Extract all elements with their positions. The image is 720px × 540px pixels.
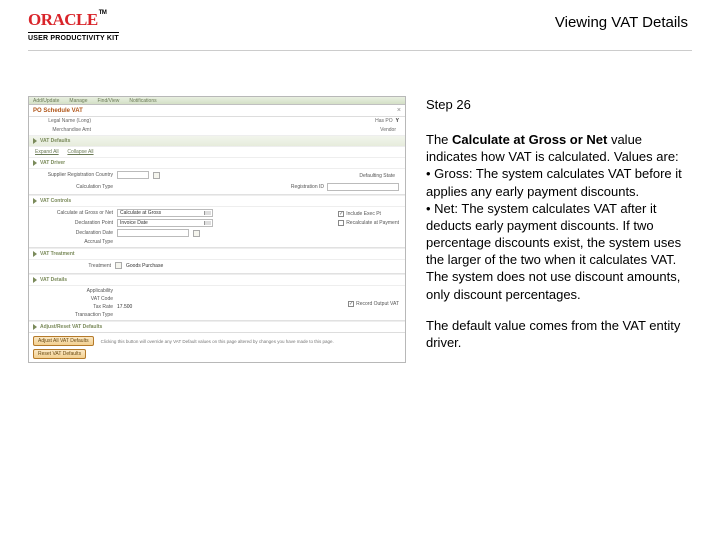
legal-name-label: Legal Name (Long) [35, 118, 91, 124]
adjust-defaults-button[interactable]: Adjust All VAT Defaults [33, 336, 94, 346]
tab-manage[interactable]: Manage [69, 98, 87, 103]
acct-type-label: Accrual Type [35, 239, 113, 245]
step-label: Step 26 [426, 96, 688, 113]
chevron-down-icon [33, 138, 37, 144]
decl-point-select[interactable]: Invoice Date [117, 219, 213, 227]
section-vat-controls[interactable]: VAT Controls [29, 195, 405, 207]
brand-block: ORACLETM USER PRODUCTIVITY KIT [28, 10, 119, 42]
tab-notifications[interactable]: Notifications [129, 98, 156, 103]
calendar-icon[interactable] [193, 230, 200, 237]
tax-rate-label: Tax Rate [35, 304, 113, 310]
haspo-value: Y [396, 118, 399, 124]
chevron-icon [33, 277, 37, 283]
expand-all-link[interactable]: Expand All [35, 149, 59, 155]
bullet-gross: • Gross: The system calculates VAT befor… [426, 166, 682, 198]
chevron-icon [33, 324, 37, 330]
def-state-label: Defaulting State [335, 173, 395, 179]
decl-date-label: Declaration Date [35, 230, 113, 236]
upk-label: USER PRODUCTIVITY KIT [28, 32, 119, 42]
recalc-label: Recalculate at Payment [346, 220, 399, 226]
chevron-icon [33, 251, 37, 257]
merchandise-label: Merchandise Amt [35, 127, 91, 133]
description-block: The Calculate at Gross or Net value indi… [426, 131, 688, 303]
decl-point-label: Declaration Point [35, 220, 113, 226]
treatment-value: Goods Purchase [126, 263, 163, 269]
default-note: The default value comes from the VAT ent… [426, 317, 688, 351]
haspo-label: Has PO [337, 118, 393, 124]
page-title: Viewing VAT Details [555, 14, 688, 31]
collapse-all-link[interactable]: Collapse All [67, 149, 93, 155]
calc-type-label: Calculation Type [35, 184, 113, 190]
tab-findview[interactable]: Find/View [98, 98, 120, 103]
inc-exec-checkbox[interactable]: ✓ [338, 211, 344, 217]
tab-addupdate[interactable]: Add/Update [33, 98, 59, 103]
window-title: PO Schedule VAT [33, 108, 83, 114]
vat-code-label: VAT Code [35, 296, 113, 302]
record-output-label: Record Output VAT [356, 301, 399, 307]
section-vat-driver[interactable]: VAT Driver [29, 157, 405, 169]
app-tabbar: Add/Update Manage Find/View Notification… [29, 97, 405, 105]
field-name-bold: Calculate at Gross or Net [452, 132, 607, 147]
section-adjust-reset[interactable]: Adjust/Reset VAT Defaults [29, 321, 405, 332]
reg-id-label: Registration ID [291, 184, 324, 190]
chevron-icon [33, 198, 37, 204]
sup-country-field[interactable] [117, 171, 149, 179]
bullet-net: • Net: The system calculates VAT after i… [426, 201, 681, 302]
applicability-label: Applicability [35, 288, 113, 294]
tax-rate-value: 17.500 [117, 304, 132, 310]
vendor-label: Vendor [340, 127, 396, 133]
section-vat-details[interactable]: VAT Details [29, 274, 405, 286]
inc-exec-label: Include Exec Pt [346, 211, 381, 217]
oracle-logo: ORACLETM [28, 10, 119, 30]
close-icon[interactable]: × [397, 107, 401, 114]
adjust-note: Clicking this button will override any V… [101, 339, 401, 344]
txn-type-label: Transaction Type [35, 312, 113, 318]
decl-date-field[interactable] [117, 229, 189, 237]
calc-gross-label: Calculate at Gross or Net [35, 210, 113, 216]
sup-country-label: Supplier Registration Country [35, 172, 113, 178]
chevron-icon [33, 160, 37, 166]
section-vat-treatment[interactable]: VAT Treatment [29, 248, 405, 260]
record-output-checkbox[interactable]: ✓ [348, 301, 354, 307]
calc-gross-select[interactable]: Calculate at Gross [117, 209, 213, 217]
lookup-icon[interactable] [153, 172, 160, 179]
recalc-checkbox[interactable] [338, 220, 344, 226]
reset-defaults-button[interactable]: Reset VAT Defaults [33, 349, 86, 359]
app-window: Add/Update Manage Find/View Notification… [28, 96, 406, 363]
section-vat-defaults[interactable]: VAT Defaults [29, 135, 405, 147]
lookup-icon[interactable] [115, 262, 122, 269]
reg-id-field[interactable] [327, 183, 399, 191]
treatment-label: Treatment [33, 263, 111, 269]
